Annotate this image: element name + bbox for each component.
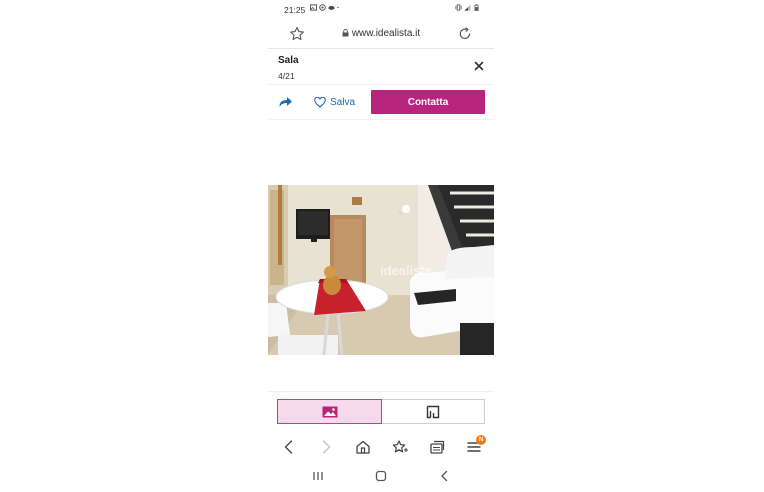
close-icon[interactable] xyxy=(472,59,486,73)
browser-bottom-nav: N xyxy=(268,435,494,458)
contact-button[interactable]: Contatta xyxy=(371,90,485,114)
dot-icon xyxy=(337,6,339,9)
home-icon[interactable] xyxy=(354,438,372,456)
system-home-icon[interactable] xyxy=(374,469,388,483)
url-text: www.idealista.it xyxy=(351,28,421,39)
browser-address-bar: www.idealista.it xyxy=(268,20,494,48)
system-status-icons xyxy=(455,4,480,11)
save-button[interactable]: Salva xyxy=(314,93,355,111)
heart-icon xyxy=(314,96,326,108)
system-back-icon[interactable] xyxy=(438,469,452,483)
bookmarks-icon[interactable] xyxy=(391,438,409,456)
view-toggle xyxy=(277,399,485,424)
vibrate-icon xyxy=(455,4,462,11)
divider xyxy=(268,391,494,392)
status-bar: 21:25 xyxy=(268,0,494,18)
phone-screen: 21:25 www.idealista.it Sala 4/21 Salva C… xyxy=(268,0,494,492)
image-icon xyxy=(322,406,337,417)
reload-icon[interactable] xyxy=(456,25,474,43)
tabs-icon[interactable] xyxy=(428,438,446,456)
gallery-title: Sala xyxy=(278,55,299,66)
save-label: Salva xyxy=(330,96,356,108)
contact-label: Contatta xyxy=(407,96,449,108)
tab-floor-plan[interactable] xyxy=(382,399,485,424)
photo-counter: 4/21 xyxy=(278,71,295,81)
menu-button[interactable]: N xyxy=(465,435,486,456)
listing-photo[interactable]: idealista xyxy=(268,185,494,355)
share-icon[interactable] xyxy=(276,93,294,111)
battery-icon xyxy=(474,4,479,11)
tab-photos[interactable] xyxy=(277,399,382,424)
menu-badge: N xyxy=(476,435,486,445)
back-icon[interactable] xyxy=(280,438,298,456)
divider xyxy=(268,48,494,49)
signal-icon xyxy=(464,4,471,11)
forward-icon[interactable] xyxy=(317,438,335,456)
recent-apps-icon[interactable] xyxy=(311,469,325,483)
gallery-icon xyxy=(310,4,317,11)
whatsapp-icon xyxy=(319,4,326,11)
floor-plan-icon xyxy=(426,405,440,418)
cloud-icon xyxy=(328,6,335,10)
system-nav-bar xyxy=(268,466,494,486)
status-time: 21:25 xyxy=(284,5,306,15)
divider xyxy=(268,84,494,85)
watermark: idealista xyxy=(380,263,433,278)
divider xyxy=(268,119,494,120)
lock-icon xyxy=(342,29,349,37)
living-room-photo: idealista xyxy=(268,185,494,355)
notification-icons xyxy=(310,4,341,11)
